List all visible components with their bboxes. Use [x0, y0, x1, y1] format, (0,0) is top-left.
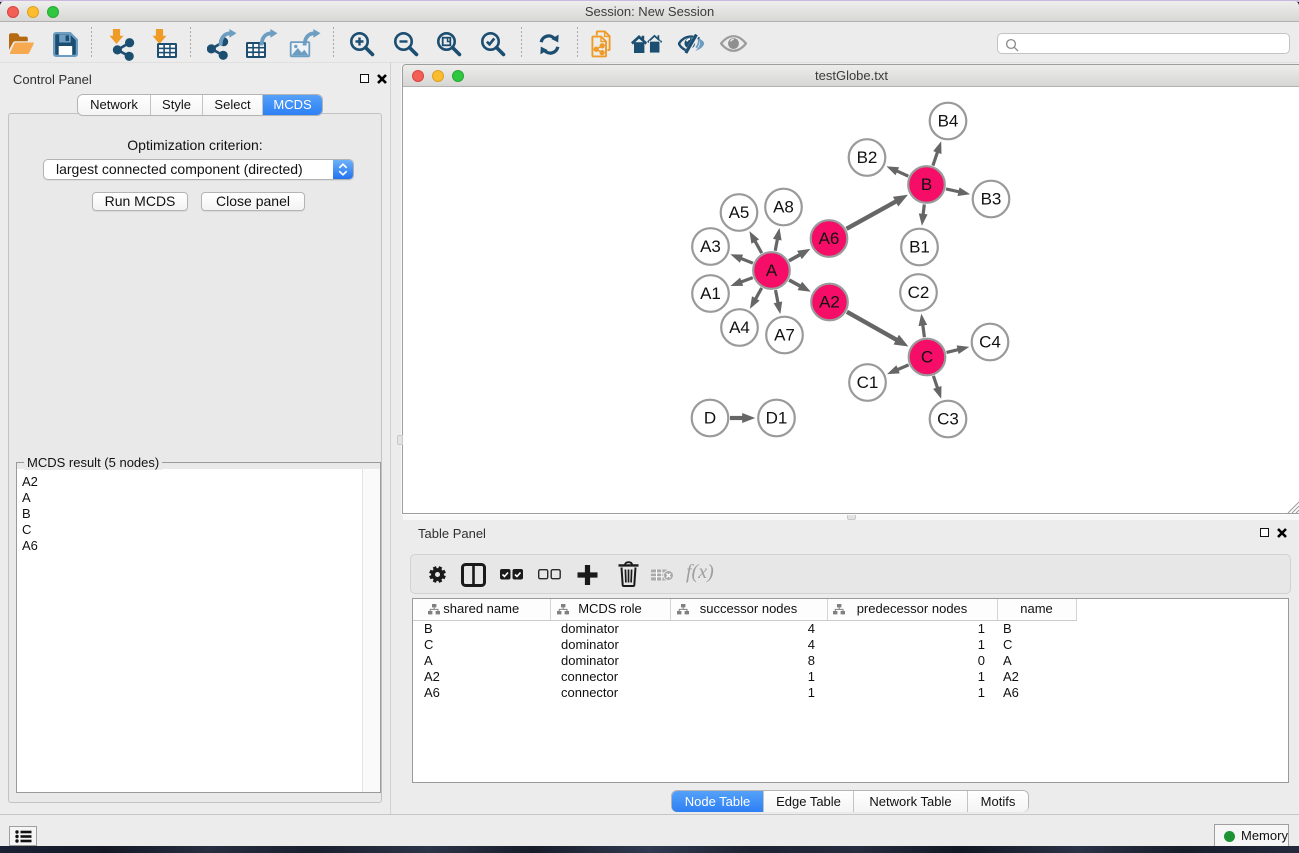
svg-text:A1: A1 [700, 284, 721, 303]
svg-text:C3: C3 [937, 410, 959, 429]
svg-text:A8: A8 [773, 198, 794, 217]
svg-text:A5: A5 [729, 203, 750, 222]
svg-text:D1: D1 [766, 409, 788, 428]
svg-text:B4: B4 [938, 112, 959, 131]
svg-text:A: A [766, 261, 778, 280]
svg-text:A4: A4 [729, 318, 750, 337]
svg-text:C1: C1 [857, 373, 879, 392]
svg-text:D: D [704, 409, 716, 428]
svg-text:A7: A7 [774, 326, 795, 345]
svg-text:B: B [921, 175, 932, 194]
svg-text:A6: A6 [819, 229, 840, 248]
svg-text:C2: C2 [908, 283, 930, 302]
svg-text:C4: C4 [979, 333, 1001, 352]
svg-text:B1: B1 [909, 238, 930, 257]
svg-text:B2: B2 [857, 148, 878, 167]
svg-text:A3: A3 [700, 237, 721, 256]
svg-text:C: C [921, 348, 933, 367]
svg-text:A2: A2 [819, 293, 840, 312]
svg-text:B3: B3 [981, 190, 1002, 209]
